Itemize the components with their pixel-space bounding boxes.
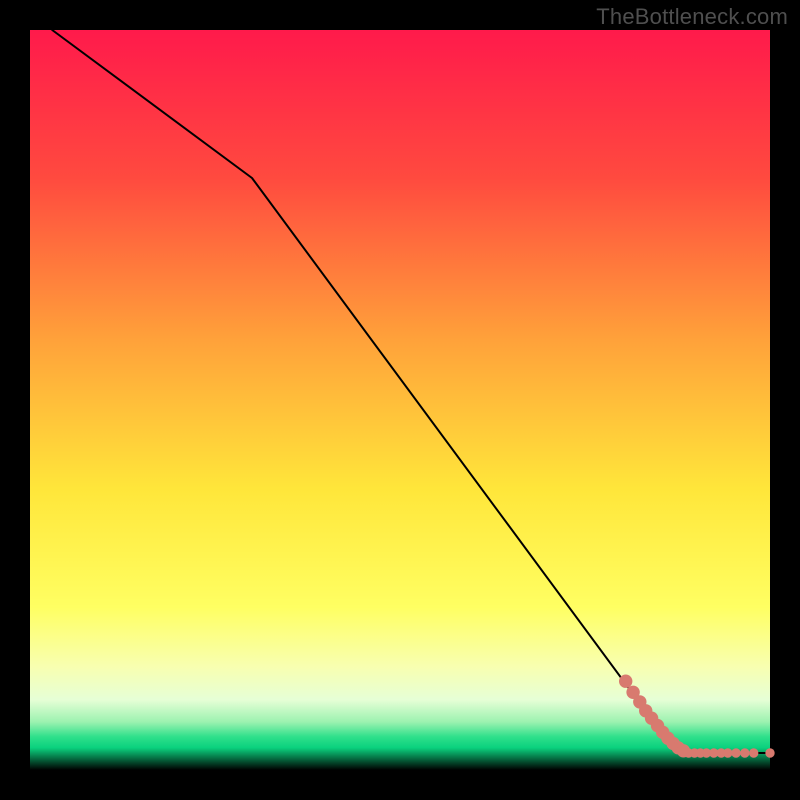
data-point [619,675,632,688]
plot-background [30,30,770,770]
chart-stage: TheBottleneck.com [0,0,800,800]
chart-svg [0,0,800,800]
data-point [749,748,758,757]
data-point [723,748,732,757]
data-point [765,748,774,757]
data-point [731,748,740,757]
data-point [740,748,749,757]
